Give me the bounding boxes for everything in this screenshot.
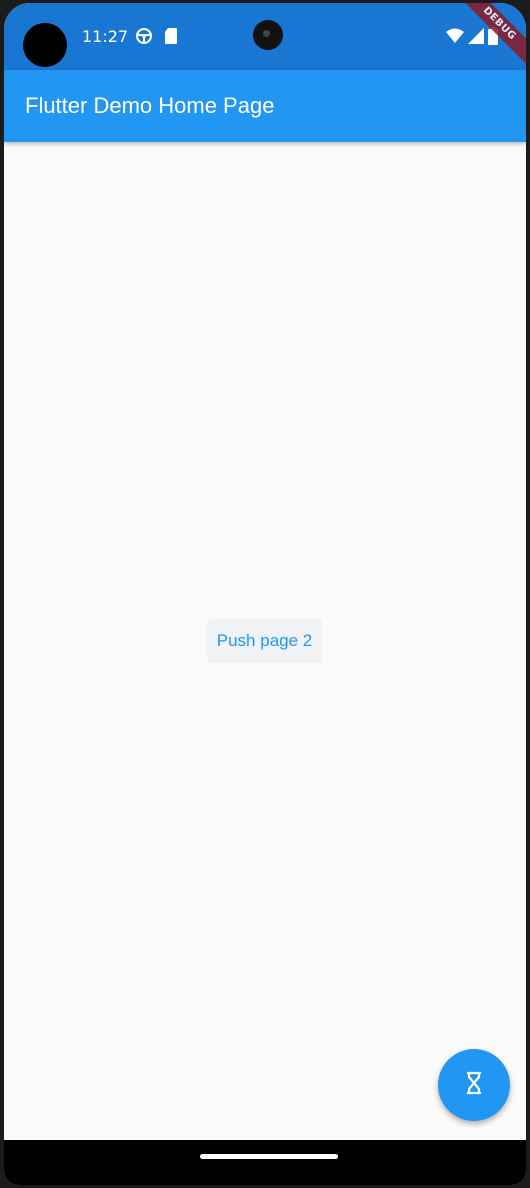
- floating-action-button[interactable]: [438, 1049, 510, 1121]
- sd-card-icon: [164, 27, 178, 49]
- page-title: Flutter Demo Home Page: [25, 93, 275, 118]
- main-content: Push page 2: [4, 142, 526, 1142]
- camera-cutout: [23, 23, 67, 67]
- status-bar: 11:27 DEBUG: [4, 3, 526, 70]
- status-time: 11:27: [82, 27, 129, 46]
- front-camera: [253, 20, 283, 50]
- wifi-icon: [446, 28, 464, 48]
- app-bar: Flutter Demo Home Page: [4, 70, 526, 142]
- system-navigation-bar: [4, 1140, 526, 1185]
- push-page-2-button[interactable]: Push page 2: [207, 619, 322, 663]
- steering-wheel-icon: [135, 27, 153, 49]
- hourglass-icon: [464, 1071, 484, 1099]
- home-indicator[interactable]: [200, 1154, 338, 1159]
- phone-screen: 11:27 DEBUG Flutter Demo Home Page Push …: [4, 3, 526, 1185]
- cell-signal-icon: [468, 28, 484, 48]
